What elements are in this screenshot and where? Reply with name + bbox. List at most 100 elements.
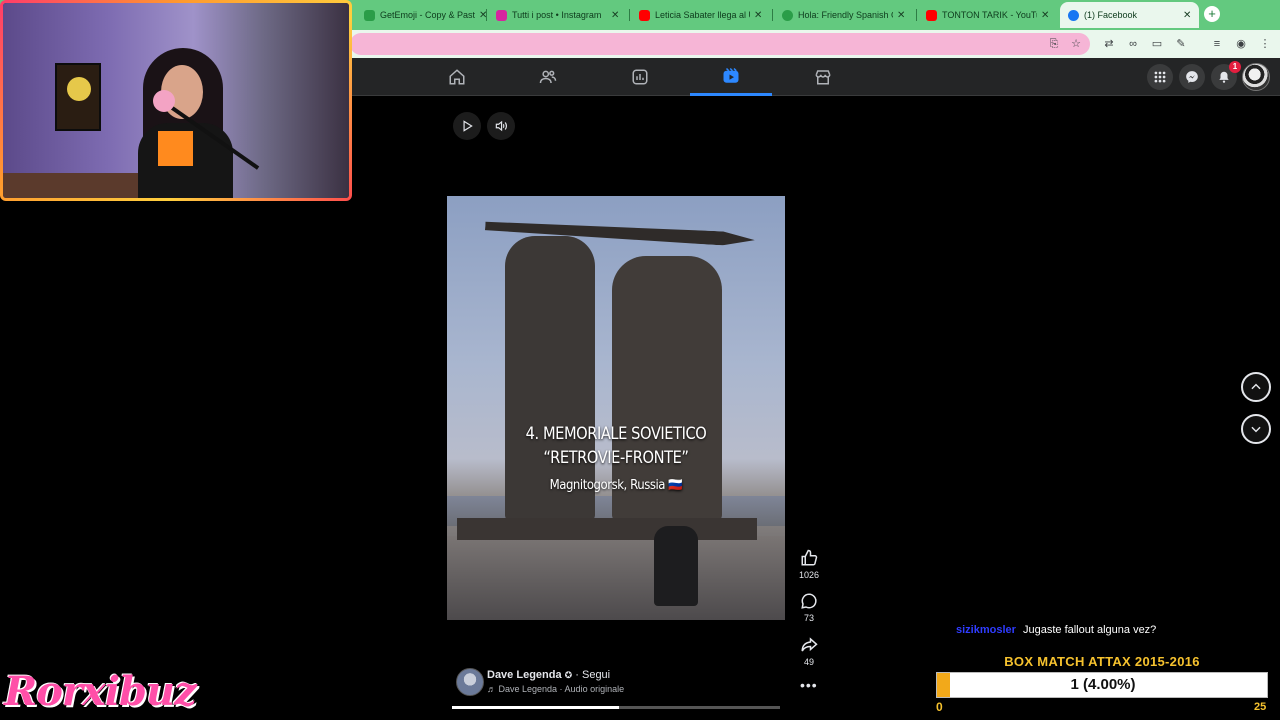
tab-separator: [916, 9, 917, 21]
tab-close-icon[interactable]: ✕: [897, 10, 905, 21]
browser-tab[interactable]: TONTON TARIK - YouTub ✕: [918, 4, 1057, 26]
browser-tab-active[interactable]: (1) Facebook ✕: [1060, 2, 1200, 28]
comment-icon: [801, 593, 817, 609]
tab-close-icon[interactable]: ✕: [754, 10, 762, 21]
video-progress-bar[interactable]: [452, 706, 780, 709]
previous-reel-button[interactable]: [1241, 372, 1271, 402]
translate-icon[interactable]: ⇄: [1102, 37, 1116, 51]
thumbs-up-icon: [801, 549, 818, 566]
comment-count: 73: [803, 613, 814, 623]
grid-menu-icon: [1154, 71, 1166, 83]
chevron-down-icon: [1251, 426, 1261, 433]
link-icon[interactable]: ∞: [1126, 37, 1140, 51]
nav-friends-tab[interactable]: [507, 58, 589, 96]
tab-favicon-icon: [926, 9, 937, 21]
plaza-ground: [447, 536, 785, 620]
tab-favicon-icon: [364, 9, 375, 21]
more-options-icon[interactable]: •••: [800, 678, 818, 694]
account-avatar[interactable]: [1242, 63, 1270, 91]
play-icon: [463, 120, 473, 132]
audio-label[interactable]: ♬ Dave Legenda · Audio originale: [487, 684, 624, 694]
comment-button[interactable]: 73: [793, 592, 825, 623]
profile-icon[interactable]: ◉: [1234, 37, 1248, 51]
wall-poster: [55, 63, 101, 131]
share-button[interactable]: 49: [793, 636, 825, 667]
visitor-figure: [654, 526, 698, 606]
caption-line-1: 4. MEMORIALE SOVIETICO: [525, 424, 707, 444]
reel-video[interactable]: 4. MEMORIALE SOVIETICO “RETROVIE-FRONTE”…: [447, 196, 785, 620]
install-icon[interactable]: ⎘: [1047, 37, 1061, 51]
play-button[interactable]: [453, 112, 481, 140]
bookmark-star-icon[interactable]: ☆: [1069, 37, 1083, 51]
tab-title: GetEmoji - Copy & Paste: [380, 10, 475, 20]
menu-button[interactable]: [1147, 64, 1173, 90]
sidebar-icon[interactable]: ▭: [1150, 37, 1164, 51]
address-bar[interactable]: [350, 33, 1090, 55]
verified-badge-icon: ✪: [564, 670, 573, 680]
next-reel-button[interactable]: [1241, 414, 1271, 444]
streamer-shirt: [158, 131, 193, 166]
tab-close-icon[interactable]: ✕: [1041, 10, 1049, 21]
video-icon: [723, 67, 739, 83]
caption-line-2: “RETROVIE-FRONTE”: [543, 448, 689, 468]
browser-tab[interactable]: Leticia Sabater llega al U ✕: [631, 4, 770, 26]
marketplace-icon: [815, 70, 831, 85]
reading-list-icon[interactable]: ≡: [1210, 37, 1224, 51]
streamer-brand-logo: Rorxibuz: [4, 668, 197, 715]
chat-message: sizikmosler Jugaste fallout alguna vez?: [956, 624, 1156, 636]
messenger-button[interactable]: [1179, 64, 1205, 90]
nav-home-tab[interactable]: [416, 58, 498, 96]
webcam-overlay: [0, 0, 352, 201]
extension-icon[interactable]: ✎: [1174, 37, 1188, 51]
facebook-favicon-icon: [1068, 9, 1079, 21]
nav-feeds-tab[interactable]: [599, 58, 681, 96]
tab-separator: [486, 9, 487, 21]
browser-tab[interactable]: Tutti i post • Instagram ✕: [488, 4, 627, 26]
tab-separator: [772, 9, 773, 21]
feeds-icon: [632, 69, 648, 85]
tab-favicon-icon: [782, 9, 793, 21]
messenger-icon: [1186, 71, 1198, 83]
new-tab-button[interactable]: +: [1204, 6, 1220, 22]
browser-tab[interactable]: GetEmoji - Copy & Paste ✕: [356, 4, 495, 26]
author-line: Dave Legenda ✪ · Segui: [487, 669, 610, 681]
goal-progress-bar: 1 (4.00%): [936, 672, 1268, 698]
microphone-icon: [153, 90, 175, 112]
goal-max: 25: [1254, 701, 1267, 713]
browser-tab[interactable]: Hola: Friendly Spanish G ✕: [774, 4, 913, 26]
volume-button[interactable]: [487, 112, 515, 140]
goal-progress-value: 1 (4.00%): [1070, 676, 1136, 693]
chat-text: Jugaste fallout alguna vez?: [1022, 624, 1157, 636]
goal-min: 0: [936, 700, 943, 714]
tab-favicon-icon: [639, 9, 650, 21]
notification-badge: 1: [1229, 61, 1241, 73]
friends-icon: [539, 70, 557, 84]
statue-pedestal: [457, 518, 757, 540]
author-name[interactable]: Dave Legenda: [487, 669, 562, 681]
caption-line-3: Magnitogorsk, Russia 🇷🇺: [549, 478, 683, 493]
nav-marketplace-tab[interactable]: [782, 58, 864, 96]
like-button[interactable]: 1026: [793, 549, 825, 580]
tab-title: Leticia Sabater llega al U: [655, 10, 750, 20]
menu-kebab-icon[interactable]: ⋮: [1258, 37, 1272, 51]
author-avatar[interactable]: [456, 668, 484, 696]
tab-title: TONTON TARIK - YouTub: [942, 10, 1037, 20]
chat-username: sizikmosler: [956, 624, 1016, 636]
tab-favicon-icon: [496, 9, 507, 21]
share-icon: [801, 637, 818, 652]
share-count: 49: [803, 657, 814, 667]
home-icon: [449, 69, 465, 85]
chevron-up-icon: [1251, 383, 1261, 390]
speaker-icon: [495, 120, 507, 132]
tab-close-icon[interactable]: ✕: [1183, 10, 1191, 21]
tab-title: (1) Facebook: [1084, 10, 1138, 20]
video-progress-fill: [452, 706, 620, 709]
follow-link[interactable]: · Segui: [575, 669, 610, 681]
tab-close-icon[interactable]: ✕: [611, 10, 619, 21]
tab-title: Tutti i post • Instagram: [512, 10, 602, 20]
shelf: [3, 173, 143, 198]
nav-video-tab[interactable]: [690, 58, 772, 96]
goal-title: BOX MATCH ATTAX 2015-2016: [1004, 654, 1200, 669]
tab-title: Hola: Friendly Spanish G: [798, 10, 893, 20]
bell-icon: [1219, 71, 1229, 83]
